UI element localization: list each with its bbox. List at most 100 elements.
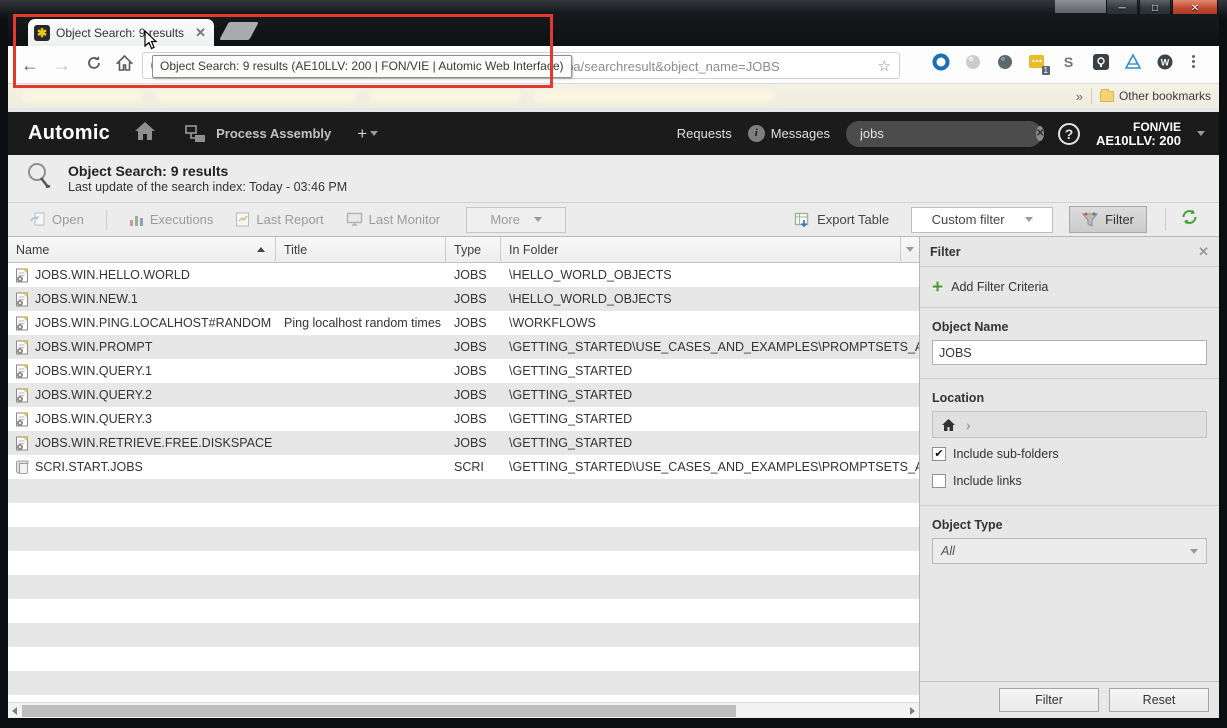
include-links-checkbox[interactable]: Include links [920,465,1219,492]
chevron-down-icon [1190,549,1198,554]
url-text[interactable]: @pa/searchresult&object_name=JOBS [553,59,780,74]
bookmarks-overflow-chevron[interactable]: » [1076,89,1083,104]
empty-row [8,671,919,695]
more-dropdown[interactable]: More [466,207,566,233]
messages-link[interactable]: i Messages [748,125,830,142]
refresh-icon [1180,208,1199,226]
search-clear-icon[interactable]: ✕ [1036,126,1044,141]
filter-panel-footer: Filter Reset [920,681,1219,718]
requests-link[interactable]: Requests [677,126,732,141]
cell-in-folder: \WORKFLOWS [501,316,919,330]
extension-icon-blue-triangle[interactable] [1122,51,1143,72]
plus-icon: + [932,278,943,297]
add-filter-criteria-button[interactable]: + Add Filter Criteria [920,267,1219,308]
column-header-title[interactable]: Title [276,237,446,262]
global-search-input[interactable] [860,126,1036,141]
tab-strip: ✱ Object Search: 9 results ( ✕ [8,14,1219,46]
extension-icon-gray-sphere[interactable] [962,51,983,72]
app-home-button[interactable] [134,121,156,146]
chevron-down-icon [1025,217,1033,222]
column-options-button[interactable] [901,237,919,262]
last-monitor-icon [346,212,363,227]
browser-window: ─ □ ✕ ✱ Object Search: 9 results ( ✕ ← → [0,0,1227,728]
scroll-left-arrow-icon[interactable] [12,707,17,715]
table-row[interactable]: JOBS.WIN.QUERY.3JOBS\GETTING_STARTED [8,407,919,431]
extension-icon-blue-ring[interactable] [930,51,951,72]
refresh-button[interactable] [1165,208,1199,231]
process-assembly-icon [184,124,208,144]
tab-close-icon[interactable]: ✕ [193,25,208,41]
location-breadcrumb[interactable]: › [932,411,1207,438]
cell-name: JOBS.WIN.QUERY.1 [8,363,276,379]
table-row[interactable]: JOBS.WIN.PROMPTJOBS\GETTING_STARTED\USE_… [8,335,919,359]
home-button[interactable] [110,51,138,79]
scrollbar-thumb[interactable] [22,705,736,717]
blurred-bookmark [534,90,774,102]
page-subtitle: Last update of the search index: Today -… [68,180,347,194]
extension-icon-yellow-badge[interactable]: 1 [1026,51,1047,72]
extension-icon-s[interactable]: S [1058,51,1079,72]
cell-name: JOBS.WIN.PROMPT [8,339,276,355]
cell-type: JOBS [446,316,501,330]
checkbox-checked-icon[interactable]: ✔ [932,447,946,461]
column-header-in-folder[interactable]: In Folder [501,237,901,262]
chevron-down-icon [534,217,542,222]
custom-filter-dropdown[interactable]: Custom filter [911,207,1053,233]
reset-filter-button[interactable]: Reset [1109,688,1209,712]
global-search[interactable]: ✕ [846,121,1042,147]
last-monitor-button[interactable]: Last Monitor [346,212,441,227]
other-bookmarks-button[interactable]: Other bookmarks [1100,89,1211,103]
executions-button[interactable]: Executions [129,212,214,227]
breadcrumb-chevron-icon: › [966,417,971,433]
client-menu[interactable]: FON/VIE AE10LLV: 200 [1096,120,1181,148]
table-row[interactable]: JOBS.WIN.QUERY.2JOBS\GETTING_STARTED [8,383,919,407]
help-button[interactable]: ? [1058,123,1080,145]
browser-menu-icon[interactable] [1186,51,1201,72]
cell-name: JOBS.WIN.NEW.1 [8,291,276,307]
extensions-row: 1 S W [930,51,1201,72]
last-report-button[interactable]: Last Report [235,212,323,227]
filter-panel-close-icon[interactable]: ✕ [1198,244,1209,260]
jobs-object-icon [15,339,30,355]
browser-tab[interactable]: ✱ Object Search: 9 results ( ✕ [28,19,214,46]
cell-in-folder: \HELLO_WORLD_OBJECTS [501,292,919,306]
table-row[interactable]: JOBS.WIN.QUERY.1JOBS\GETTING_STARTED [8,359,919,383]
column-header-type[interactable]: Type [446,237,501,262]
cell-name: JOBS.WIN.QUERY.3 [8,411,276,427]
bookmark-star-icon[interactable]: ☆ [878,57,891,75]
extension-icon-dark-sphere[interactable] [994,51,1015,72]
add-tab-button[interactable]: + [357,124,378,144]
nav-process-assembly[interactable]: Process Assembly [184,124,331,144]
table-row[interactable]: SCRI.START.JOBSSCRI\GETTING_STARTED\USE_… [8,455,919,479]
export-table-button[interactable]: Export Table [794,212,889,228]
table-row[interactable]: JOBS.WIN.PING.LOCALHOST#RANDOMPing local… [8,311,919,335]
cell-type: JOBS [446,412,501,426]
bookmarks-bar: » Other bookmarks [8,84,1219,108]
scroll-right-arrow-icon[interactable] [910,707,915,715]
jobs-object-icon [15,411,30,427]
cell-type: JOBS [446,340,501,354]
horizontal-scrollbar[interactable] [8,702,919,718]
jobs-object-icon [15,267,30,283]
cell-name: JOBS.WIN.RETRIEVE.FREE.DISKSPACE [8,435,276,451]
filter-toggle-button[interactable]: Filter [1069,206,1147,233]
back-button[interactable]: ← [16,51,44,79]
extension-icon-w[interactable]: W [1154,51,1175,72]
include-subfolders-checkbox[interactable]: ✔ Include sub-folders [920,438,1219,465]
open-button[interactable]: Open [30,212,84,227]
new-tab-button[interactable] [219,22,259,40]
object-name-input[interactable] [932,340,1207,365]
cell-in-folder: \GETTING_STARTED [501,436,919,450]
extension-icon-lightbulb[interactable] [1090,51,1111,72]
reload-button[interactable] [80,51,108,79]
checkbox-unchecked-icon[interactable] [932,474,946,488]
object-type-dropdown[interactable]: All [932,538,1207,564]
empty-row [8,623,919,647]
forward-button[interactable]: → [48,51,76,79]
object-search-icon [24,161,54,196]
table-row[interactable]: JOBS.WIN.HELLO.WORLDJOBS\HELLO_WORLD_OBJ… [8,263,919,287]
column-header-name[interactable]: Name [8,237,276,262]
table-row[interactable]: JOBS.WIN.RETRIEVE.FREE.DISKSPACEJOBS\GET… [8,431,919,455]
apply-filter-button[interactable]: Filter [999,688,1099,712]
table-row[interactable]: JOBS.WIN.NEW.1JOBS\HELLO_WORLD_OBJECTS [8,287,919,311]
